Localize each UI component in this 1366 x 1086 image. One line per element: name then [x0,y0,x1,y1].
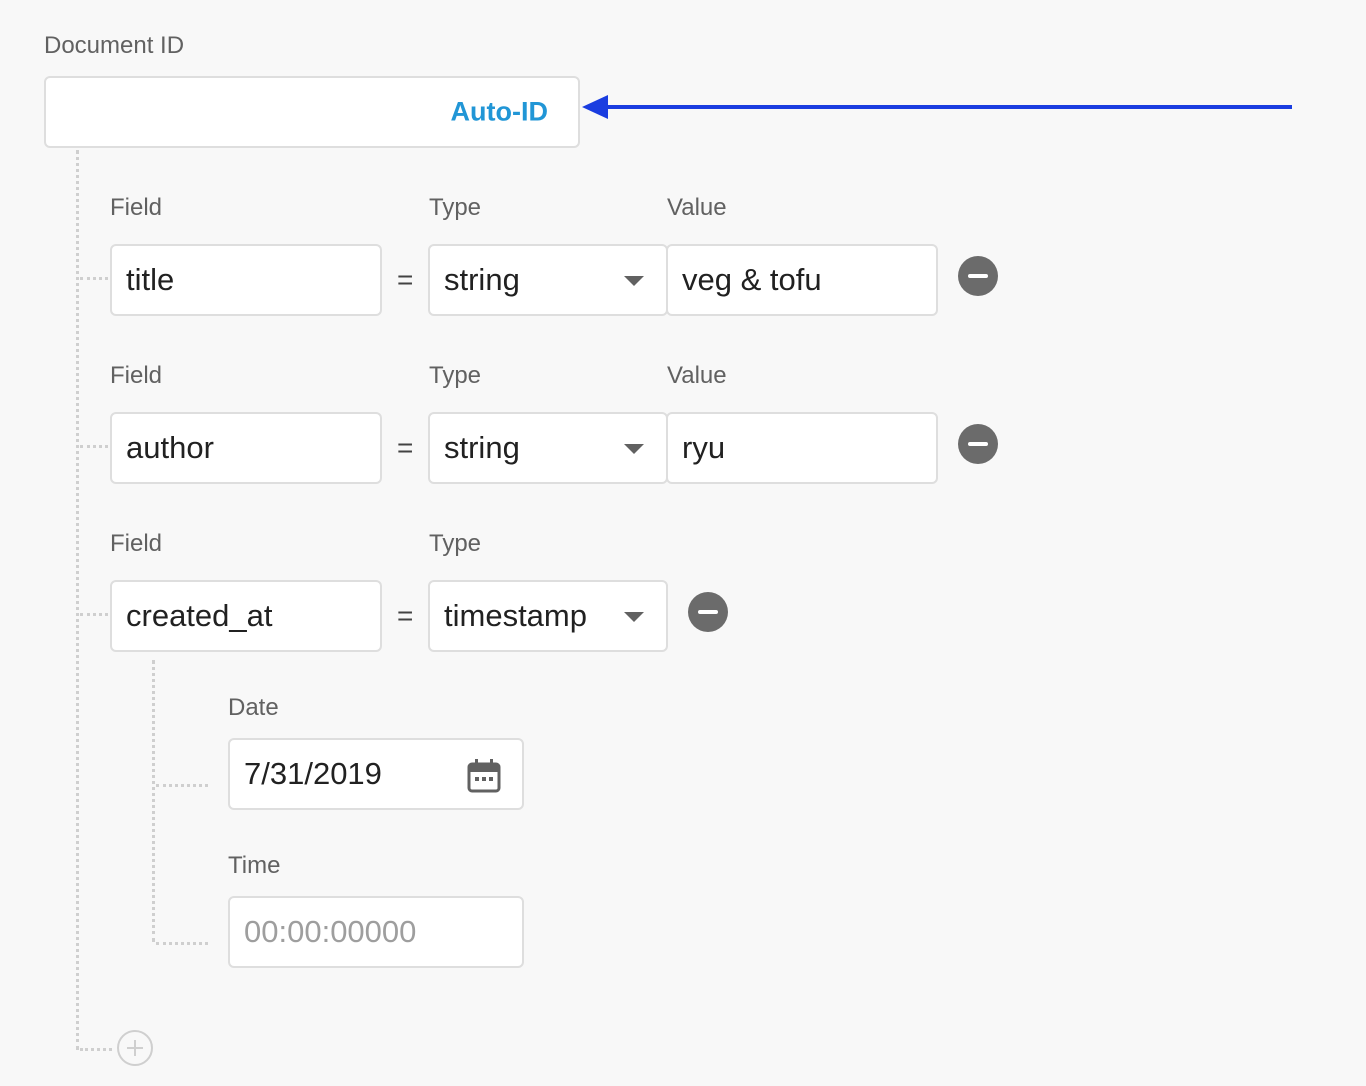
date-value: 7/31/2019 [244,756,382,791]
field-value-text: ryu [682,430,726,465]
field-name-value: title [126,262,175,297]
tree-connector [80,613,108,616]
remove-field-button[interactable] [958,256,998,296]
annotation-arrow [582,95,1292,119]
field-value-text: veg & tofu [682,262,822,297]
field-name-input[interactable]: title [110,244,382,316]
type-select[interactable]: timestamp [428,580,668,652]
minus-circle-icon [698,610,718,614]
add-field-button[interactable] [117,1030,153,1066]
tree-connector [156,942,208,945]
time-input[interactable]: 00:00:00000 [228,896,524,968]
type-label: Type [429,194,482,221]
minus-circle-icon [968,442,988,446]
document-id-input[interactable]: Auto-ID [44,76,580,148]
field-value-input[interactable]: ryu [666,412,938,484]
tree-connector [80,277,108,280]
document-id-label: Document ID [44,32,185,59]
type-select[interactable]: string [428,244,668,316]
remove-field-button[interactable] [958,424,998,464]
date-label: Date [228,694,279,721]
type-select[interactable]: string [428,412,668,484]
chevron-down-icon [624,444,644,454]
value-label: Value [667,362,727,389]
tree-connector [80,1048,112,1051]
time-label: Time [228,852,281,879]
minus-circle-icon [968,274,988,278]
auto-id-button[interactable]: Auto-ID [451,97,548,128]
calendar-icon[interactable] [466,758,502,794]
type-select-value: timestamp [444,598,587,633]
chevron-down-icon [624,612,644,622]
type-select-value: string [444,430,520,465]
type-label: Type [429,530,482,557]
time-placeholder: 00:00:00000 [244,914,417,949]
tree-connector-timestamp [152,660,155,942]
value-label: Value [667,194,727,221]
chevron-down-icon [624,276,644,286]
date-input[interactable]: 7/31/2019 [228,738,524,810]
type-select-value: string [444,262,520,297]
tree-connector-main [76,150,79,1050]
field-value-input[interactable]: veg & tofu [666,244,938,316]
field-name-value: author [126,430,214,465]
field-label: Field [110,530,163,557]
equals-sign: = [397,432,414,463]
equals-sign: = [397,600,414,631]
remove-field-button[interactable] [688,592,728,632]
field-name-value: created_at [126,598,273,633]
tree-connector [156,784,208,787]
tree-connector [80,445,108,448]
field-name-input[interactable]: created_at [110,580,382,652]
field-name-input[interactable]: author [110,412,382,484]
type-label: Type [429,362,482,389]
field-label: Field [110,362,163,389]
equals-sign: = [397,264,414,295]
field-label: Field [110,194,163,221]
